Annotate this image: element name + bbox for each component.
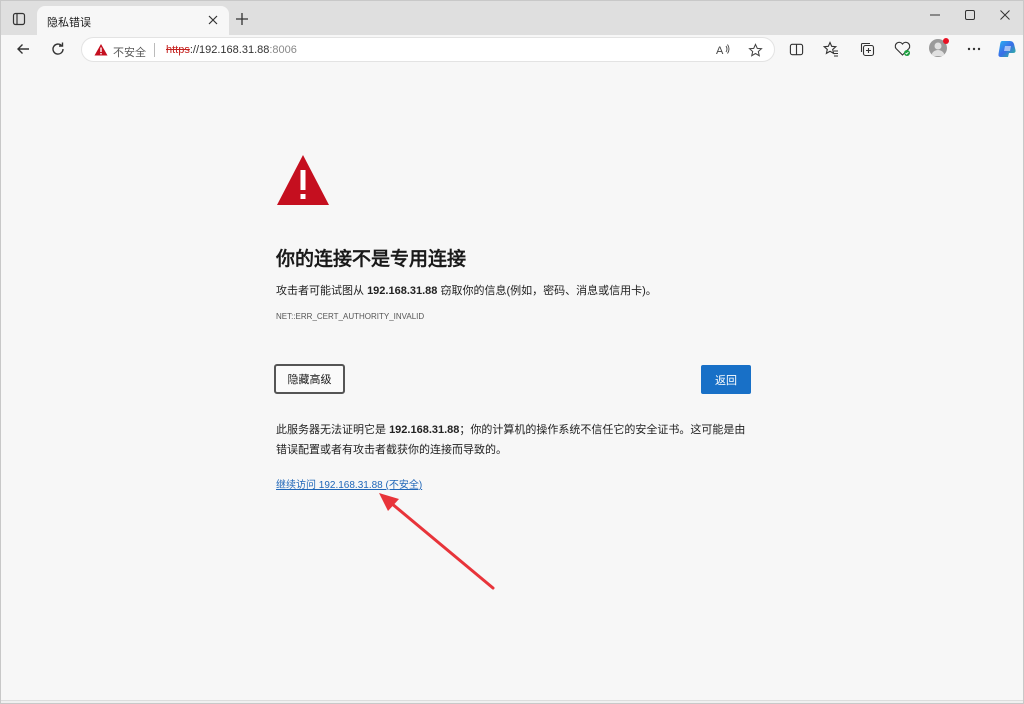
url-scheme: https — [166, 44, 190, 56]
new-tab-icon[interactable] — [233, 10, 251, 28]
warning-triangle-icon[interactable] — [94, 43, 108, 57]
notification-dot — [943, 38, 949, 44]
svg-text:A: A — [716, 45, 724, 57]
split-screen-icon[interactable] — [785, 38, 807, 60]
back-arrow-icon[interactable] — [11, 37, 35, 61]
read-aloud-icon[interactable]: A — [714, 41, 732, 59]
error-code: NET::ERR_CERT_AUTHORITY_INVALID — [276, 312, 425, 321]
maximize-icon[interactable] — [956, 5, 984, 25]
page-description: 攻击者可能试图从 192.168.31.88 窃取你的信息(例如，密码、消息或信… — [276, 282, 657, 298]
url-host: ://192.168.31.88 — [189, 44, 270, 56]
not-secure-label[interactable]: 不安全 — [113, 44, 146, 60]
tab-close-icon[interactable] — [205, 12, 221, 28]
details-host: 192.168.31.88 — [389, 424, 460, 436]
more-options-icon[interactable] — [963, 38, 985, 60]
refresh-icon[interactable] — [46, 37, 70, 61]
minimize-icon[interactable] — [921, 5, 949, 25]
tab-bar: 隐私错误 — [1, 1, 1023, 35]
page-title: 你的连接不是专用连接 — [276, 249, 467, 270]
browser-window: 隐私错误 不安全 https://192.168.31.88:8006 A 你的… — [0, 0, 1024, 704]
warning-triangle-icon — [277, 155, 329, 205]
collections-icon[interactable] — [856, 38, 878, 60]
description-text-end: 窃取你的信息(例如，密码、消息或信用卡)。 — [437, 285, 657, 297]
address-bar[interactable]: 不安全 https://192.168.31.88:8006 A — [81, 37, 775, 62]
details-text: 此服务器无法证明它是 — [276, 424, 390, 436]
hide-advanced-button[interactable]: 隐藏高级 — [274, 364, 345, 394]
advanced-details: 此服务器无法证明它是 192.168.31.88；你的计算机的操作系统不信任它的… — [276, 420, 756, 460]
star-icon[interactable] — [746, 41, 764, 59]
copilot-icon[interactable] — [996, 38, 1018, 60]
address-separator — [154, 43, 155, 57]
tab-title: 隐私错误 — [47, 17, 91, 29]
description-text: 攻击者可能试图从 — [276, 285, 368, 297]
favorites-icon[interactable] — [820, 38, 842, 60]
annotation-arrow — [379, 493, 495, 590]
active-tab[interactable]: 隐私错误 — [37, 6, 229, 35]
window-close-icon[interactable] — [991, 5, 1019, 25]
description-host: 192.168.31.88 — [367, 285, 438, 297]
toolbar: 不安全 https://192.168.31.88:8006 A — [1, 35, 1023, 63]
url-port: :8006 — [269, 44, 297, 56]
window-bottom-edge — [1, 700, 1023, 703]
error-page: 你的连接不是专用连接 攻击者可能试图从 192.168.31.88 窃取你的信息… — [1, 63, 1023, 703]
url-text[interactable]: https://192.168.31.88:8006 — [166, 44, 297, 56]
go-back-button[interactable]: 返回 — [701, 365, 751, 394]
tab-actions-icon[interactable] — [9, 9, 29, 29]
browser-essentials-icon[interactable] — [891, 38, 913, 60]
